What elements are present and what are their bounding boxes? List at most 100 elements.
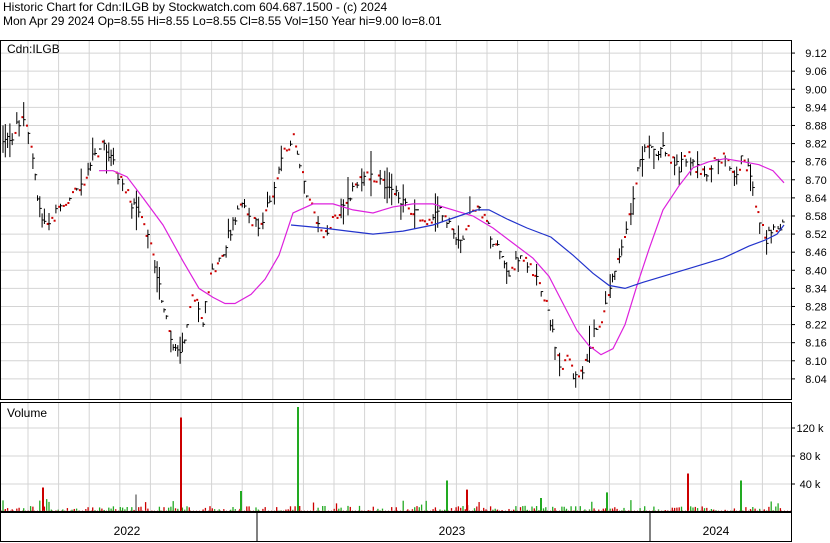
close-dot <box>313 211 316 214</box>
close-dot <box>325 230 327 233</box>
close-dot <box>467 224 470 227</box>
close-dot <box>670 161 672 164</box>
close-dot <box>315 221 318 224</box>
close-dot <box>97 155 100 158</box>
close-dot <box>426 223 429 226</box>
close-dot <box>345 201 348 204</box>
price-y-tick-label: 8.82 <box>805 139 826 151</box>
close-dot <box>127 189 130 192</box>
close-dot <box>354 183 357 186</box>
close-dot <box>511 266 514 269</box>
stock-chart: 9.12 9.06 9.00 8.94 8.88 8.82 8.76 8.70 8.64 8.58… <box>0 40 827 542</box>
close-dot <box>216 262 219 265</box>
close-dot <box>251 224 254 227</box>
close-dot <box>775 230 778 233</box>
close-dot <box>85 176 88 179</box>
close-dot <box>564 359 567 362</box>
close-dot <box>221 254 224 257</box>
close-dot <box>74 187 77 190</box>
close-dot <box>732 170 735 173</box>
price-y-tick-label: 8.40 <box>805 265 826 277</box>
price-y-tick-label: 9.00 <box>805 84 826 96</box>
close-dot <box>320 229 323 232</box>
close-dot <box>419 219 422 222</box>
close-dot <box>83 183 86 186</box>
close-dot <box>143 223 146 226</box>
close-dot <box>394 193 396 196</box>
close-dot <box>762 223 764 226</box>
price-panel-frame <box>0 40 792 400</box>
close-dot <box>532 274 534 277</box>
close-dot <box>191 294 194 297</box>
close-dot <box>375 180 378 183</box>
close-dot <box>288 148 291 151</box>
close-dot <box>529 263 532 266</box>
price-y-tick-label: 8.94 <box>805 102 826 114</box>
close-dot <box>702 168 705 171</box>
close-dot <box>538 282 541 285</box>
close-dot <box>423 220 426 223</box>
close-dot <box>65 203 68 206</box>
close-dot <box>253 216 256 219</box>
close-dot <box>67 202 70 205</box>
close-dot <box>152 253 155 256</box>
close-dot <box>359 176 362 179</box>
close-dot <box>46 222 49 225</box>
price-y-tick-label: 8.46 <box>805 247 826 259</box>
close-dot <box>522 259 525 262</box>
close-dot <box>322 236 325 239</box>
price-y-tick-label: 8.52 <box>805 229 826 241</box>
close-dot <box>51 216 54 219</box>
close-dot <box>124 191 127 194</box>
volume-y-tick-label: 80 k <box>800 451 821 463</box>
price-y-tick-label: 8.64 <box>805 193 826 205</box>
close-dot <box>338 214 341 217</box>
close-dot <box>295 145 298 148</box>
close-dot <box>545 299 548 302</box>
close-dot <box>495 243 498 246</box>
close-dot <box>26 124 28 127</box>
close-dot <box>580 369 583 372</box>
close-dot <box>150 242 153 245</box>
close-dot <box>196 298 199 301</box>
close-dot <box>722 152 725 155</box>
close-dot <box>486 219 488 222</box>
close-dot <box>764 236 767 239</box>
close-dot <box>200 316 203 319</box>
close-dot <box>283 147 286 150</box>
close-dot <box>62 204 65 207</box>
close-dot <box>285 149 288 152</box>
x-axis-year-label: 2024 <box>703 524 730 538</box>
close-dot <box>210 272 212 275</box>
close-dot <box>566 354 569 357</box>
close-dot <box>189 306 192 309</box>
moving-average-short-line <box>99 158 785 356</box>
close-dot <box>444 215 447 218</box>
price-y-tick-label: 8.28 <box>805 301 826 313</box>
close-dot <box>635 182 638 185</box>
close-dot <box>292 133 295 136</box>
close-dot <box>720 161 723 164</box>
price-y-tick-label: 8.10 <box>805 356 826 368</box>
close-dot <box>430 221 433 224</box>
close-dot <box>543 299 546 302</box>
close-dot <box>141 216 143 219</box>
close-dot <box>607 294 610 297</box>
close-dot <box>481 216 484 219</box>
close-dot <box>757 211 760 214</box>
close-dot <box>476 205 479 208</box>
close-dot <box>21 116 24 119</box>
price-y-tick-label: 8.22 <box>805 320 826 332</box>
close-dot <box>683 155 686 158</box>
close-dot <box>571 364 574 367</box>
price-y-tick-label: 8.58 <box>805 211 826 223</box>
close-dot <box>129 200 132 203</box>
close-dot <box>534 274 537 277</box>
close-dot <box>695 171 698 174</box>
close-dot <box>739 168 741 171</box>
close-dot <box>525 256 528 259</box>
close-dot <box>193 299 196 302</box>
close-dot <box>624 235 626 238</box>
close-dot <box>628 213 631 216</box>
close-dot <box>366 171 369 174</box>
